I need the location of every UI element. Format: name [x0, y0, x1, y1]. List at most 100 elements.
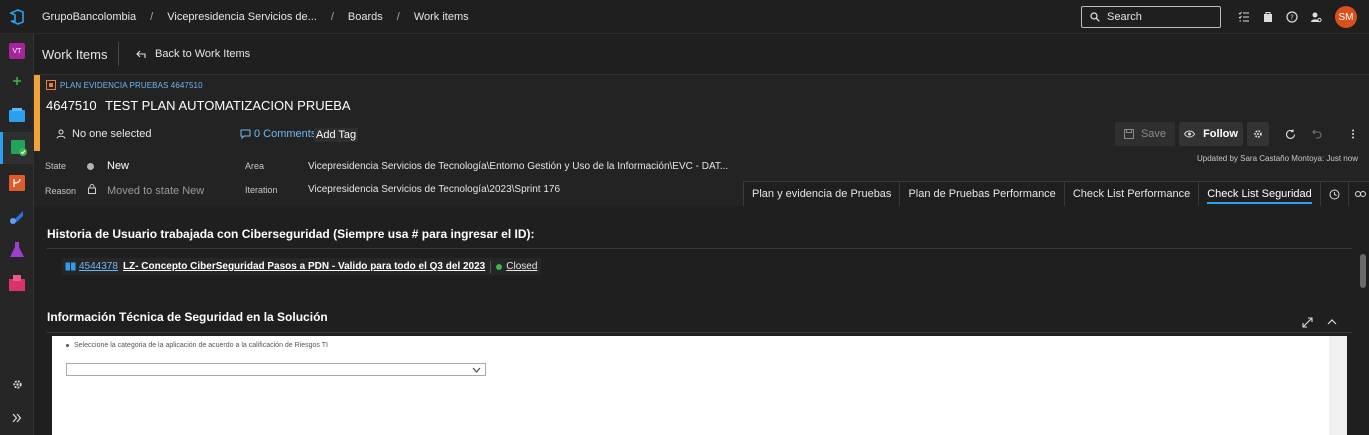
save-icon	[1123, 129, 1134, 139]
work-item-title-field[interactable]: TEST PLAN AUTOMATIZACION PRUEBA	[105, 98, 351, 113]
save-label: Save	[1140, 128, 1167, 140]
work-item-header: PLAN EVIDENCIA PRUEBAS 4647510 4647510 T…	[34, 75, 1369, 206]
section-title-informacion-tecnica: Información Técnica de Seguridad en la S…	[47, 310, 328, 324]
tab-links[interactable]: 2	[1347, 181, 1369, 206]
task-list-icon[interactable]	[1232, 0, 1256, 34]
linked-item-title[interactable]: LZ- Concepto CiberSeguridad Pasos a PDN …	[123, 261, 485, 272]
work-item-type-label: PLAN EVIDENCIA PRUEBAS 4647510	[46, 80, 203, 90]
breadcrumb-separator: /	[396, 10, 400, 23]
state-dot-icon	[87, 163, 94, 170]
user-settings-icon[interactable]	[1304, 0, 1328, 34]
assigned-to-value: No one selected	[72, 128, 152, 140]
eye-icon	[1184, 130, 1196, 138]
user-avatar[interactable]: SM	[1335, 6, 1357, 28]
breadcrumb-work-items[interactable]: Work items	[411, 11, 472, 23]
project-avatar[interactable]: VT	[0, 36, 34, 66]
left-navigation-rail: VT	[0, 34, 34, 435]
breadcrumb-separator: /	[330, 10, 334, 23]
help-icon[interactable]: ?	[1280, 0, 1304, 34]
add-icon[interactable]	[0, 66, 34, 96]
lock-icon	[88, 184, 96, 194]
back-to-work-items-link[interactable]: Back to Work Items	[136, 48, 250, 60]
search-icon	[1090, 12, 1100, 22]
status-closed-dot-icon	[496, 263, 503, 270]
sub-header: Work Items Back to Work Items	[34, 34, 1369, 75]
page-scrollbar[interactable]	[1357, 206, 1369, 435]
reason-label: Reason	[45, 186, 77, 196]
panel-scroll-gutter	[1329, 336, 1347, 435]
section-title-historia: Historia de Usuario trabajada con Cibers…	[47, 227, 535, 241]
bullet-instruction: Seleccione la categoria de la aplicación…	[66, 342, 328, 349]
marketplace-bag-icon[interactable]	[1256, 0, 1280, 34]
state-label: State	[45, 161, 67, 171]
comments-count: 0 Comments	[254, 128, 317, 140]
linked-item-id[interactable]: 4544378	[79, 261, 118, 272]
project-initials: VT	[9, 43, 25, 59]
tab-history[interactable]	[1319, 181, 1348, 206]
undo-icon	[1312, 129, 1322, 139]
tab-label: Plan de Pruebas Performance	[908, 188, 1056, 200]
chevron-down-icon	[472, 367, 481, 373]
comment-icon	[240, 129, 251, 139]
breadcrumb-boards[interactable]: Boards	[345, 11, 386, 23]
follow-label: Follow	[1203, 128, 1238, 140]
area-label: Area	[245, 161, 265, 171]
search-placeholder: Search	[1107, 11, 1142, 23]
work-item-form-content: Historia de Usuario trabajada con Cibers…	[34, 206, 1357, 435]
follow-button[interactable]: Follow	[1179, 122, 1243, 146]
section-divider	[47, 248, 1352, 249]
linked-item-status: Closed	[506, 261, 538, 272]
overview-icon[interactable]	[0, 100, 34, 130]
work-item-tabs: Plan y evidencia de Pruebas Plan de Prue…	[743, 181, 1369, 206]
refresh-button[interactable]	[1279, 122, 1301, 146]
back-arrow-icon	[136, 50, 146, 58]
boards-icon[interactable]	[0, 132, 34, 164]
gear-icon	[1254, 130, 1262, 138]
category-select[interactable]	[66, 363, 486, 376]
breadcrumb: GrupoBancolombia / Vicepresidencia Servi…	[34, 11, 472, 23]
more-actions-button[interactable]	[1342, 122, 1364, 146]
linked-work-item[interactable]: 4544378 LZ- Concepto CiberSeguridad Paso…	[62, 258, 542, 275]
project-settings-gear-icon[interactable]	[0, 369, 34, 399]
scrollbar-thumb[interactable]	[1360, 254, 1366, 288]
tab-label: Check List Performance	[1072, 188, 1191, 200]
html-field-panel[interactable]: Seleccione la categoria de la aplicación…	[52, 336, 1347, 435]
work-item-id: 4647510	[46, 98, 97, 113]
state-field[interactable]: New	[107, 160, 129, 172]
work-item-settings-button[interactable]	[1247, 122, 1269, 146]
undo-button[interactable]	[1306, 122, 1328, 146]
iteration-field[interactable]: Vicepresidencia Servicios de Tecnología\…	[308, 184, 560, 195]
breadcrumb-org[interactable]: GrupoBancolombia	[39, 11, 139, 23]
work-item-type-text: PLAN EVIDENCIA PRUEBAS 4647510	[60, 80, 203, 90]
divider	[118, 42, 119, 66]
section-divider	[47, 332, 1352, 333]
assigned-to-field[interactable]: No one selected	[56, 128, 152, 140]
page-title: Work Items	[42, 46, 108, 62]
refresh-icon	[1285, 129, 1295, 139]
artifacts-icon[interactable]	[0, 268, 34, 298]
iteration-label: Iteration	[245, 185, 278, 195]
more-vertical-icon	[1352, 129, 1354, 139]
save-button[interactable]: Save	[1115, 122, 1175, 146]
area-field[interactable]: Vicepresidencia Servicios de Tecnología\…	[308, 161, 728, 172]
pipelines-icon[interactable]	[0, 202, 34, 232]
azure-devops-logo-icon[interactable]	[0, 0, 34, 34]
test-plans-icon[interactable]	[0, 235, 34, 265]
breadcrumb-project[interactable]: Vicepresidencia Servicios de...	[164, 11, 320, 23]
expand-rail-chevrons-icon[interactable]	[0, 403, 34, 433]
updated-by-text: Updated by Sara Castaño Montoya: Just no…	[1197, 154, 1358, 163]
comments-link[interactable]: 0 Comments	[240, 128, 316, 140]
user-story-book-icon	[65, 262, 76, 271]
tab-plan-evidencia[interactable]: Plan y evidencia de Pruebas	[743, 181, 900, 206]
repos-icon[interactable]	[0, 168, 34, 198]
tab-check-list-performance[interactable]: Check List Performance	[1063, 181, 1199, 206]
collapse-chevron-up-icon[interactable]	[1324, 314, 1340, 330]
top-icons: ?	[1232, 0, 1328, 34]
tab-plan-pruebas-performance[interactable]: Plan de Pruebas Performance	[899, 181, 1064, 206]
add-tag-button[interactable]: Add Tag	[314, 128, 359, 142]
person-icon	[56, 129, 66, 139]
history-icon	[1329, 189, 1340, 199]
search-input[interactable]: Search	[1081, 6, 1221, 28]
tab-check-list-seguridad[interactable]: Check List Seguridad	[1198, 181, 1320, 206]
maximize-icon[interactable]	[1299, 314, 1315, 330]
